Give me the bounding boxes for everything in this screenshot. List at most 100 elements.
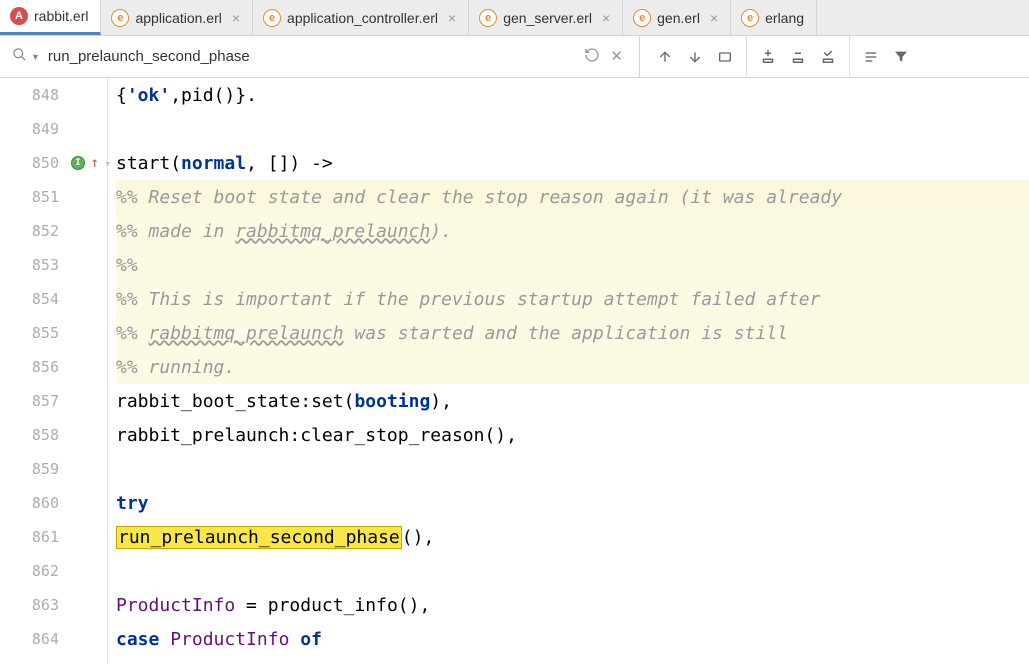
tab-label: rabbit.erl (34, 8, 88, 24)
line-number[interactable]: 863 (0, 588, 107, 622)
prev-occurrence-button[interactable] (652, 44, 678, 70)
code-line[interactable]: %% rabbitmq_prelaunch was started and th… (116, 316, 1029, 350)
select-all-button[interactable] (815, 44, 841, 70)
find-toolbar-buttons (640, 36, 926, 78)
code-line[interactable]: try (116, 486, 1029, 520)
token-atom: 'ok' (127, 85, 170, 106)
filter-lines-button[interactable] (858, 44, 884, 70)
tab-gen-erl[interactable]: egen.erl× (623, 0, 731, 35)
tab-label: gen_server.erl (503, 10, 592, 26)
line-number[interactable]: 851 (0, 180, 107, 214)
token-punct: : (300, 391, 311, 412)
line-number[interactable]: 864 (0, 622, 107, 656)
line-number[interactable]: 861 (0, 520, 107, 554)
token-call: run_prelaunch_second_phase (116, 526, 402, 549)
token-punct: ( (170, 153, 181, 174)
token-var: ProductInfo (170, 629, 289, 650)
file-type-icon: e (263, 9, 281, 27)
search-history-icon[interactable] (584, 47, 600, 67)
line-number[interactable]: 849 (0, 112, 107, 146)
find-toolbar: ▼ ✕ (0, 36, 1029, 78)
line-number[interactable]: 857 (0, 384, 107, 418)
line-number[interactable]: 848 (0, 78, 107, 112)
line-number[interactable]: 852 (0, 214, 107, 248)
add-selection-button[interactable] (755, 44, 781, 70)
tab-erlang[interactable]: eerlang (731, 0, 817, 35)
line-number[interactable]: 860 (0, 486, 107, 520)
editor[interactable]: 848849850I↑▾8518528538548558568578588598… (0, 78, 1029, 664)
tab-application-erl[interactable]: e application.erl × (101, 0, 253, 35)
code-line[interactable] (116, 452, 1029, 486)
token-comment: was started and the application is still (344, 323, 788, 344)
token-comment: rabbitmq_prelaunch (235, 221, 430, 242)
line-number[interactable]: 854 (0, 282, 107, 316)
tab-label: application_controller.erl (287, 10, 438, 26)
tab-rabbit-erl[interactable]: Arabbit.erl (0, 0, 101, 35)
token-comment: rabbitmq_prelaunch (149, 323, 344, 344)
code-line[interactable]: %% (116, 248, 1029, 282)
code-line[interactable] (116, 112, 1029, 146)
token-comment: %% This is important if the previous sta… (116, 289, 820, 310)
tab-label: erlang (765, 10, 804, 26)
code-line[interactable]: %% running. (116, 350, 1029, 384)
search-icon (12, 47, 27, 66)
code-line[interactable]: case ProductInfo of (116, 622, 1029, 656)
tab-application_controller-erl[interactable]: e application_controller.erl × (253, 0, 469, 35)
search-close-icon[interactable]: ✕ (610, 47, 623, 67)
code-line[interactable]: ProductInfo = product_info(), (116, 588, 1029, 622)
code-line[interactable] (116, 554, 1029, 588)
token-atom: booting (354, 391, 430, 412)
code-line[interactable]: rabbit_boot_state:set(booting), (116, 384, 1029, 418)
code-line[interactable]: {'ok',pid()}. (116, 78, 1029, 112)
override-gutter-icon[interactable]: I (71, 156, 85, 170)
token-punct: : (289, 425, 300, 446)
token-ident: rabbit_boot_state (116, 391, 300, 412)
token-punct: , (170, 85, 181, 106)
code-line[interactable]: rabbit_prelaunch:clear_stop_reason(), (116, 418, 1029, 452)
search-input[interactable] (48, 48, 585, 65)
tab-bar: Arabbit.erl e application.erl × e application… (0, 0, 1029, 36)
token-comment: %% made in (116, 221, 235, 242)
close-tab-icon[interactable]: × (448, 10, 456, 26)
code-line[interactable]: run_prelaunch_second_phase(), (116, 520, 1029, 554)
code-line[interactable]: %% This is important if the previous sta… (116, 282, 1029, 316)
code-line[interactable]: start(normal, []) -> (116, 146, 1029, 180)
file-type-icon: e (111, 9, 129, 27)
line-number[interactable]: 853 (0, 248, 107, 282)
token-punct: ()}. (214, 85, 257, 106)
token-punct: ( (344, 391, 355, 412)
token-punct (289, 629, 300, 650)
line-number[interactable]: 850I↑▾ (0, 146, 107, 180)
tab-gen_server-erl[interactable]: egen_server.erl× (469, 0, 623, 35)
line-number[interactable]: 855 (0, 316, 107, 350)
remove-selection-button[interactable] (785, 44, 811, 70)
file-type-icon: e (633, 9, 651, 27)
next-occurrence-button[interactable] (682, 44, 708, 70)
line-number[interactable]: 859 (0, 452, 107, 486)
filter-icon[interactable] (888, 44, 914, 70)
search-box: ▼ ✕ (0, 36, 640, 77)
token-punct: (), (398, 595, 431, 616)
close-tab-icon[interactable]: × (232, 10, 240, 26)
token-comment: %% running. (116, 357, 235, 378)
select-all-occurrences-button[interactable] (712, 44, 738, 70)
tab-label: application.erl (135, 10, 221, 26)
token-punct: = (235, 595, 268, 616)
token-comment: %% (116, 323, 149, 344)
token-call: set (311, 391, 344, 412)
code-line[interactable]: %% Reset boot state and clear the stop r… (116, 180, 1029, 214)
close-tab-icon[interactable]: × (602, 10, 610, 26)
line-number[interactable]: 856 (0, 350, 107, 384)
line-number[interactable]: 858 (0, 418, 107, 452)
line-number[interactable]: 862 (0, 554, 107, 588)
code-line[interactable]: %% made in rabbitmq_prelaunch). (116, 214, 1029, 248)
fold-toggle-icon[interactable]: ▾ (104, 157, 111, 170)
token-punct: { (116, 85, 127, 106)
code-area[interactable]: {'ok',pid()}. start(normal, []) -> %% Res… (108, 78, 1029, 664)
file-type-icon: A (10, 7, 28, 25)
close-tab-icon[interactable]: × (710, 10, 718, 26)
token-ident: start (116, 153, 170, 174)
token-call: product_info (268, 595, 398, 616)
token-punct: (), (484, 425, 517, 446)
search-options-dropdown-icon[interactable]: ▼ (31, 52, 40, 62)
